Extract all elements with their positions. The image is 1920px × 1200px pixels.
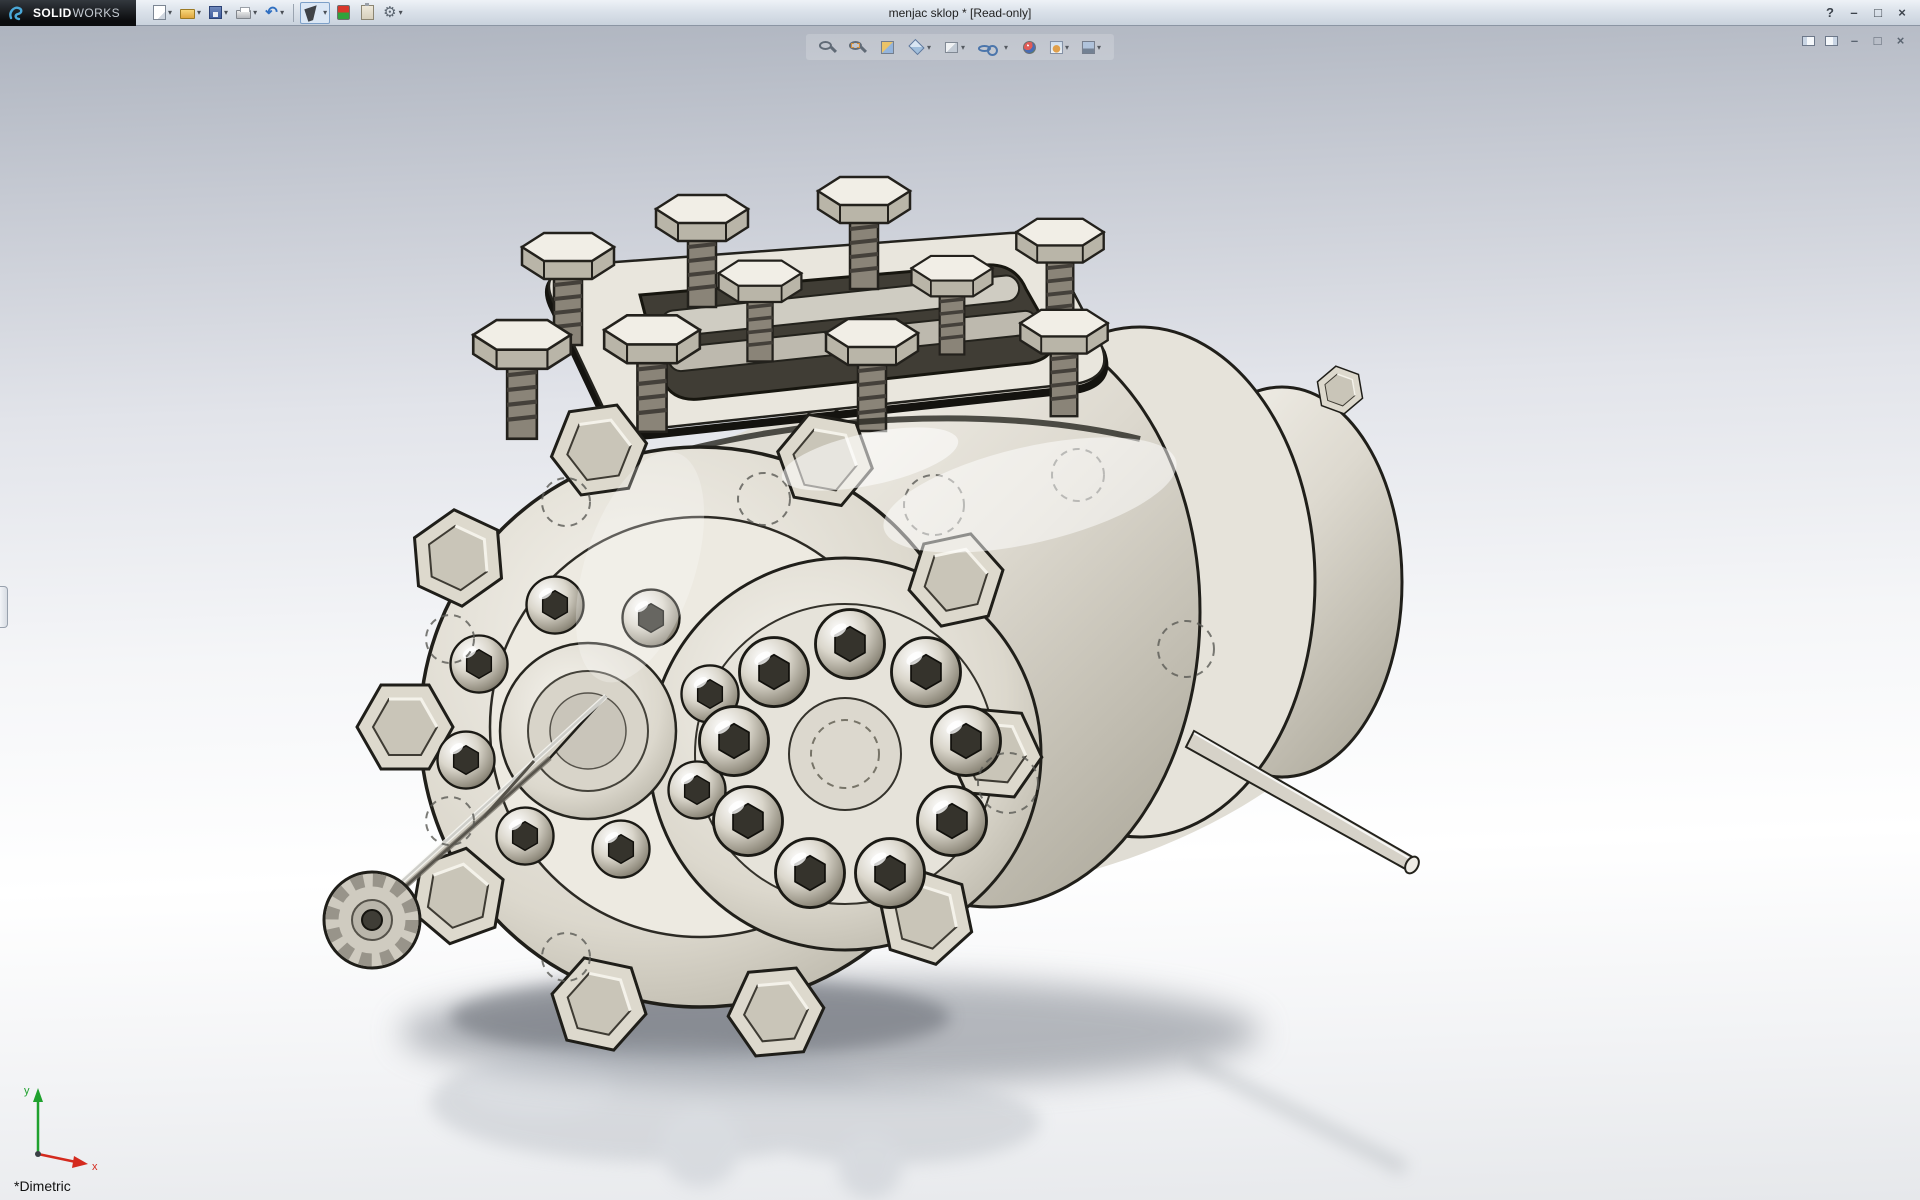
hide-show-items-button[interactable] — [975, 36, 1011, 58]
document-restore-icon: □ — [1871, 33, 1884, 49]
triad-x-label: x — [92, 1161, 98, 1173]
edit-appearance-button[interactable] — [1018, 36, 1040, 58]
view-orientation-button[interactable] — [905, 36, 934, 58]
help-button[interactable]: ? — [1820, 4, 1840, 22]
options-icon: ⚙ — [383, 5, 396, 21]
open-document-icon — [180, 9, 195, 19]
close-icon: × — [1896, 5, 1909, 21]
heads-up-view-toolbar — [806, 34, 1114, 60]
brand-text-bold: SOLID — [33, 6, 72, 20]
file-properties-button[interactable] — [356, 2, 378, 24]
title-bar: SOLID WORKS ↶⚙ menjac sklop * [Read-only… — [0, 0, 1920, 26]
restore-icon: □ — [1872, 5, 1885, 21]
select-tool-button[interactable] — [300, 2, 330, 24]
edit-appearance-icon — [1023, 41, 1036, 54]
document-close-button[interactable]: × — [1891, 32, 1910, 49]
file-properties-icon — [361, 5, 374, 20]
zoom-to-fit-button[interactable] — [816, 36, 839, 58]
document-restore-button[interactable]: □ — [1868, 32, 1887, 49]
view-settings-button[interactable] — [1079, 36, 1104, 58]
triad-y-arrow — [33, 1088, 43, 1102]
section-view-button[interactable] — [876, 36, 898, 58]
section-view-icon — [880, 41, 893, 54]
document-minimize-button[interactable]: – — [1845, 32, 1864, 49]
select-tool-icon — [304, 5, 320, 21]
3ds-logo-icon — [8, 5, 28, 21]
restore-button[interactable]: □ — [1868, 4, 1888, 22]
brand-text-light: WORKS — [73, 6, 120, 20]
graphics-area[interactable]: –□ × y x *Dimetric — [0, 26, 1920, 1200]
document-close-icon: × — [1894, 33, 1907, 49]
document-minimize-icon: – — [1848, 33, 1861, 49]
options-button[interactable]: ⚙ — [380, 2, 405, 24]
orientation-triad: y x — [14, 1074, 106, 1174]
close-button[interactable]: × — [1892, 4, 1912, 22]
pane-split-right-icon — [1825, 36, 1838, 46]
view-settings-icon — [1082, 41, 1095, 54]
toolbar-separator — [293, 4, 294, 22]
new-document-button[interactable] — [150, 2, 175, 24]
view-orientation-icon — [908, 39, 924, 55]
main-toolbar: ↶⚙ — [150, 2, 406, 24]
triad-y-label: y — [24, 1085, 30, 1097]
display-style-button[interactable] — [941, 36, 968, 58]
display-style-icon — [945, 42, 958, 53]
open-document-button[interactable] — [177, 2, 204, 24]
minimize-icon: – — [1848, 5, 1861, 21]
rebuild-button[interactable] — [332, 2, 354, 24]
rebuild-icon — [337, 5, 350, 20]
window-controls: ?–□ × — [1820, 4, 1920, 22]
pane-split-left-icon — [1802, 36, 1815, 46]
apply-scene-button[interactable] — [1047, 36, 1072, 58]
pane-split-left-button[interactable] — [1799, 32, 1818, 49]
hide-show-items-icon — [978, 45, 991, 52]
apply-scene-icon — [1050, 41, 1063, 54]
print-button[interactable] — [233, 2, 260, 24]
zoom-to-fit-icon — [819, 41, 832, 50]
save-button[interactable] — [206, 2, 231, 24]
pane-split-right-button[interactable] — [1822, 32, 1841, 49]
minimize-button[interactable]: – — [1844, 4, 1864, 22]
view-orientation-label: *Dimetric — [14, 1178, 71, 1194]
new-document-icon — [153, 5, 166, 20]
triad-x-arrow — [72, 1156, 88, 1168]
undo-icon: ↶ — [265, 5, 278, 21]
help-icon: ? — [1824, 5, 1837, 21]
top-cover-assembly — [473, 177, 1107, 439]
zoom-to-area-button[interactable] — [846, 36, 869, 58]
document-window-controls: –□ × — [1799, 32, 1910, 49]
save-icon — [209, 6, 222, 19]
print-icon — [236, 10, 251, 19]
zoom-to-area-icon — [849, 41, 862, 50]
undo-button[interactable]: ↶ — [262, 2, 287, 24]
gearbox-model — [0, 26, 1920, 1200]
feature-manager-collapsed-tab[interactable] — [0, 586, 8, 628]
solidworks-logo: SOLID WORKS — [0, 0, 136, 26]
